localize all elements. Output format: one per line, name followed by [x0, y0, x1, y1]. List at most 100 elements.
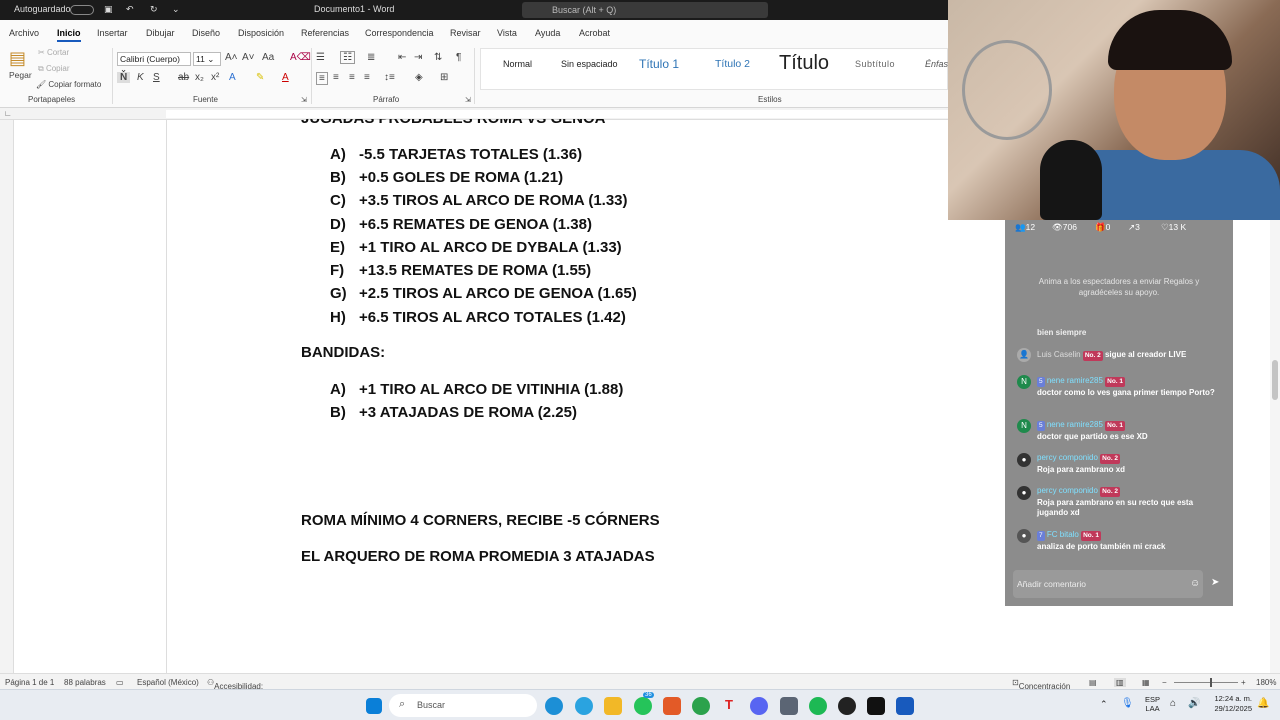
spotify-icon[interactable] — [809, 697, 827, 715]
tab-acrobat[interactable]: Acrobat — [579, 28, 610, 38]
zoom-in-button[interactable]: + — [1241, 678, 1246, 687]
tiktok-icon[interactable] — [867, 697, 885, 715]
avatar[interactable]: ● — [1017, 529, 1031, 543]
tab-insertar[interactable]: Insertar — [97, 28, 128, 38]
autosave-toggle[interactable] — [70, 5, 94, 15]
justify-icon[interactable]: ≡ — [364, 72, 370, 83]
whatsapp-icon[interactable] — [634, 697, 652, 715]
italic-icon[interactable]: K — [137, 72, 144, 83]
volume-icon[interactable]: 🔊 — [1188, 698, 1200, 709]
web-layout-icon[interactable]: ▦ — [1142, 678, 1150, 687]
emoji-icon[interactable]: ☺ — [1190, 578, 1200, 589]
tab-archivo[interactable]: Archivo — [9, 28, 39, 38]
multilevel-list-icon[interactable]: ≣ — [367, 52, 375, 63]
tab-vista[interactable]: Vista — [497, 28, 517, 38]
clear-format-icon[interactable]: A⌫ — [290, 52, 311, 63]
mic-tray-icon[interactable]: 🎙 — [1121, 698, 1134, 709]
document-page[interactable]: JUGADAS PROBABLES ROMA VS GENOA A) -5.5 … — [166, 119, 956, 673]
style-heading1[interactable]: Título 1 — [639, 57, 679, 71]
scrollbar-thumb[interactable] — [1272, 360, 1278, 400]
comment-input[interactable]: Añadir comentario — [1013, 570, 1203, 598]
proofing-icon[interactable]: ▭ — [116, 678, 124, 687]
edge-icon[interactable] — [545, 697, 563, 715]
clock[interactable]: 12:24 a. m. 29/12/2025 — [1206, 694, 1252, 714]
paragraph-dialog-launcher-icon[interactable]: ⇲ — [465, 96, 471, 104]
search-box[interactable]: Buscar (Alt + Q) — [522, 2, 768, 18]
send-icon[interactable]: ➤ — [1211, 577, 1219, 588]
zoom-level[interactable]: 180% — [1256, 678, 1276, 687]
style-emphasis[interactable]: Énfas — [925, 59, 948, 69]
chrome-icon[interactable] — [692, 697, 710, 715]
bold-icon[interactable]: N — [117, 72, 131, 83]
align-center-icon[interactable]: ≡ — [333, 72, 339, 83]
chat-username[interactable]: percy componido — [1037, 486, 1098, 495]
qat-chevron-icon[interactable]: ⌄ — [172, 4, 180, 15]
shrink-font-icon[interactable]: A˅ — [242, 52, 255, 63]
language-status[interactable]: Español (México) — [137, 678, 199, 687]
brave-icon[interactable] — [663, 697, 681, 715]
subscript-icon[interactable]: x₂ — [195, 72, 204, 83]
superscript-icon[interactable]: x² — [211, 72, 219, 83]
numbering-icon[interactable]: ☷ — [340, 51, 355, 64]
notifications-icon[interactable]: 🔔 — [1257, 698, 1269, 709]
obs-icon[interactable] — [838, 697, 856, 715]
text-effects-icon[interactable]: A — [229, 72, 236, 83]
focus-mode-button[interactable]: ⊡ Concentración — [1012, 678, 1070, 691]
taskbar-search[interactable]: ⌕ Buscar — [389, 694, 537, 717]
avatar[interactable]: N — [1017, 419, 1031, 433]
shading-icon[interactable]: ◈ — [415, 72, 423, 83]
word-icon[interactable] — [896, 697, 914, 715]
word-count[interactable]: 88 palabras — [64, 678, 106, 687]
clipboard-icon[interactable]: ▤ — [9, 48, 26, 69]
show-marks-icon[interactable]: ¶ — [456, 52, 461, 63]
borders-icon[interactable]: ⊞ — [440, 72, 448, 83]
tab-selector-icon[interactable]: ∟ — [4, 109, 12, 118]
paste-button[interactable]: Pegar — [9, 70, 32, 80]
input-language[interactable]: ESP LAA — [1145, 695, 1160, 713]
bullets-icon[interactable]: ☰ — [316, 52, 325, 63]
network-icon[interactable]: ⌂ — [1170, 698, 1176, 709]
chat-username[interactable]: percy componido — [1037, 453, 1098, 462]
tray-chevron-icon[interactable]: ⌃ — [1100, 699, 1108, 710]
file-explorer-icon[interactable] — [604, 697, 622, 715]
vertical-ruler[interactable] — [0, 120, 14, 673]
zoom-slider-thumb[interactable] — [1210, 678, 1212, 687]
save-icon[interactable]: ▣ — [104, 4, 113, 15]
tab-inicio[interactable]: Inicio — [57, 28, 81, 42]
chat-username[interactable]: nene ramire285 — [1047, 376, 1103, 385]
chat-username[interactable]: FC bitalo — [1047, 530, 1079, 539]
font-dialog-launcher-icon[interactable]: ⇲ — [301, 96, 307, 104]
grow-font-icon[interactable]: A˄ — [225, 52, 238, 63]
tab-ayuda[interactable]: Ayuda — [535, 28, 560, 38]
increase-indent-icon[interactable]: ⇥ — [414, 52, 422, 63]
copy-button[interactable]: ⧉ Copiar — [38, 64, 70, 74]
print-layout-icon[interactable]: ▥ — [1114, 678, 1126, 687]
align-right-icon[interactable]: ≡ — [349, 72, 355, 83]
zoom-slider[interactable] — [1174, 682, 1238, 683]
line-spacing-icon[interactable]: ↕≡ — [384, 72, 395, 83]
avatar[interactable]: N — [1017, 375, 1031, 389]
align-left-icon[interactable]: ≡ — [316, 72, 328, 85]
chat-username[interactable]: Luis Caselin — [1037, 350, 1081, 359]
avatar[interactable]: ● — [1017, 486, 1031, 500]
read-mode-icon[interactable]: ▤ — [1089, 678, 1097, 687]
underline-icon[interactable]: S — [153, 72, 160, 83]
style-subtitle[interactable]: Subtítulo — [855, 59, 895, 69]
style-heading2[interactable]: Título 2 — [715, 58, 750, 70]
style-normal[interactable]: Normal — [503, 59, 532, 69]
change-case-icon[interactable]: Aa — [262, 52, 274, 63]
tab-correspondencia[interactable]: Correspondencia — [365, 28, 434, 38]
redo-icon[interactable]: ↻ — [150, 4, 158, 15]
highlight-icon[interactable]: ✎ — [256, 72, 264, 83]
strikethrough-icon[interactable]: ab — [178, 72, 189, 83]
chat-username[interactable]: nene ramire285 — [1047, 420, 1103, 429]
zoom-out-button[interactable]: − — [1162, 678, 1167, 687]
tiktok-studio-icon[interactable]: T — [720, 697, 738, 715]
style-title[interactable]: Título — [779, 52, 829, 75]
windows-start-icon[interactable] — [366, 698, 382, 714]
accessibility-status[interactable]: ⚇ Accesibilidad: todo correcto — [207, 678, 263, 700]
tab-revisar[interactable]: Revisar — [450, 28, 481, 38]
avatar[interactable]: ● — [1017, 453, 1031, 467]
avatar[interactable]: 👤 — [1017, 348, 1031, 362]
font-size-select[interactable]: 11 ⌄ — [193, 52, 221, 66]
